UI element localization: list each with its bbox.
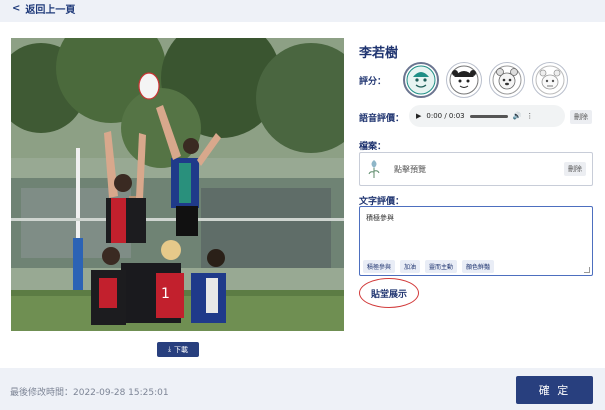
rating-very-good-face-icon[interactable] [446,62,482,98]
rugby-photo: 1 [11,38,344,331]
file-thumbnail-icon [368,160,380,178]
audio-time: 0:00 / 0:03 [426,112,465,120]
chip-phrase[interactable]: 靈而主動 [425,260,458,273]
file-preview-link[interactable]: 點擊預覽 [394,164,564,175]
rating-label: 評分： [359,77,387,87]
delete-voice-button[interactable]: 刪除 [570,110,592,124]
last-modified-time: 最後修改時間：2022-09-28 15:25:01 [10,388,169,398]
play-icon[interactable]: ▶ [416,112,421,120]
resize-handle-icon[interactable] [584,267,590,273]
showcase-button[interactable]: 貼堂展示 [359,278,419,308]
back-label: 返回上一頁 [25,4,76,16]
content-card: 1 ⤓ 下載 李若樹 評分： 語音評價： ▶ 0:00 / 0:03 🔊 ⋮ 刪… [0,22,605,368]
audio-progress-bar[interactable] [469,114,508,118]
chevron-left-icon: < [12,2,21,14]
volume-icon[interactable]: 🔊 [513,112,522,120]
svg-text:1: 1 [161,286,170,302]
top-bar: < 返回上一頁 [0,0,605,16]
rating-excellent-face-icon[interactable] [403,62,439,98]
rating-fair-face-icon[interactable] [532,62,568,98]
student-name: 李若樹 [359,46,399,61]
file-label: 檔案： [359,142,387,152]
chip-phrase[interactable]: 積極參與 [363,260,396,273]
chip-phrase[interactable]: 加油 [400,260,421,273]
confirm-button[interactable]: 確 定 [516,376,593,404]
rating-good-face-icon[interactable] [489,62,525,98]
more-options-icon[interactable]: ⋮ [526,112,533,120]
audio-player[interactable]: ▶ 0:00 / 0:03 🔊 ⋮ [409,105,565,127]
file-attachment: 點擊預覽 刪除 [359,152,593,186]
download-icon: ⤓ [167,345,172,353]
quick-phrase-chips: 積極參與 加油 靈而主動 顏色鮮豔 [363,260,495,273]
download-button[interactable]: ⤓ 下載 [157,342,199,357]
text-review-value: 積極參與 [366,214,394,222]
voice-review-label: 語音評價： [359,114,405,124]
back-link[interactable]: < 返回上一頁 [12,1,75,16]
delete-file-button[interactable]: 刪除 [564,162,586,176]
rating-options [403,62,568,98]
chip-phrase[interactable]: 顏色鮮豔 [462,260,495,273]
download-label: 下載 [174,345,189,354]
